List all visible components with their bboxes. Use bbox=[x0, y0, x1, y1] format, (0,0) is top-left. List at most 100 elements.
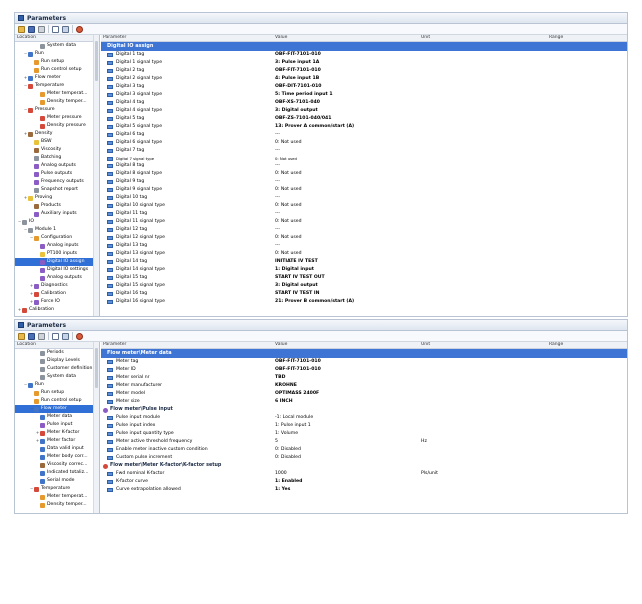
tree-item[interactable]: Run control setup bbox=[15, 66, 99, 74]
column-range[interactable]: Range bbox=[549, 35, 627, 41]
parameter-row[interactable]: Digital 11 tag --- bbox=[101, 210, 627, 218]
parameter-value[interactable]: --- bbox=[275, 210, 421, 218]
tree-item[interactable]: Meter body corr... bbox=[15, 453, 99, 461]
tree-item[interactable]: + Diagnostics bbox=[15, 282, 99, 290]
parameter-value[interactable]: --- bbox=[275, 178, 421, 186]
parameter-row[interactable]: Meter ID OBF-FIT-7101-010 bbox=[101, 366, 627, 374]
parameter-value[interactable]: --- bbox=[275, 131, 421, 139]
parameter-value[interactable]: --- bbox=[275, 162, 421, 170]
parameter-row[interactable]: Digital 16 signal type 21: Prover B commo… bbox=[101, 298, 627, 306]
parameter-row[interactable]: Meter active threshold frequency 5 Hz bbox=[101, 438, 627, 446]
parameter-row[interactable]: Digital 7 signal type 0: Not used bbox=[101, 155, 627, 162]
parameter-value[interactable]: --- bbox=[275, 194, 421, 202]
parameter-row[interactable]: Digital 14 signal type 1: Digital input bbox=[101, 266, 627, 274]
parameter-value[interactable]: 0: Not used bbox=[275, 186, 421, 194]
tree-item[interactable]: PT100 inputs bbox=[15, 250, 99, 258]
parameter-row[interactable]: Digital 5 tag OBF-ZS-7101-040/041 bbox=[101, 115, 627, 123]
tree-item[interactable]: Run setup bbox=[15, 389, 99, 397]
tree-item[interactable]: Snapshot report bbox=[15, 186, 99, 194]
tree-item[interactable]: Density temper... bbox=[15, 501, 99, 509]
parameter-value[interactable]: INITIATE IV TEST bbox=[275, 258, 421, 266]
parameter-row[interactable]: Digital 1 signal type 3: Pulse input 1A bbox=[101, 59, 627, 67]
parameter-row[interactable]: Digital 4 tag OBF-XS-7101-040 bbox=[101, 99, 627, 107]
parameter-row[interactable]: Digital 15 signal type 3: Digital output bbox=[101, 282, 627, 290]
grid-view-icon[interactable] bbox=[62, 25, 69, 33]
parameter-value[interactable]: 1: Enabled bbox=[275, 478, 421, 486]
parameter-value[interactable]: OBF-FIT-7101-010 bbox=[275, 51, 421, 59]
tree-item[interactable]: System data bbox=[15, 42, 99, 50]
parameter-row[interactable]: Meter serial nr TBD bbox=[101, 374, 627, 382]
tree-item[interactable]: Auxiliary inputs bbox=[15, 210, 99, 218]
tree-item[interactable]: Pulse outputs bbox=[15, 170, 99, 178]
parameter-row[interactable]: Pulse input index 1: Pulse input 1 bbox=[101, 422, 627, 430]
scrollbar-thumb[interactable] bbox=[95, 41, 98, 81]
parameter-value[interactable]: 0: Not used bbox=[275, 234, 421, 242]
tree-item[interactable]: − Pressure bbox=[15, 106, 99, 114]
parameter-value[interactable]: --- bbox=[275, 226, 421, 234]
tree-item[interactable]: − Configuration bbox=[15, 234, 99, 242]
parameter-row[interactable]: Digital 2 tag OBF-FIT-7101-010 bbox=[101, 67, 627, 75]
tree-item[interactable]: + Calibration bbox=[15, 306, 99, 314]
tree-item[interactable]: − Temperature bbox=[15, 82, 99, 90]
parameter-row[interactable]: Digital 1 tag OBF-FIT-7101-010 bbox=[101, 51, 627, 59]
parameter-row[interactable]: Digital 7 tag --- bbox=[101, 147, 627, 155]
parameter-row[interactable]: Digital 10 signal type 0: Not used bbox=[101, 202, 627, 210]
parameter-value[interactable]: 0: Not used bbox=[275, 202, 421, 210]
parameter-value[interactable]: 3: Digital output bbox=[275, 107, 421, 115]
parameter-row[interactable]: Meter size 6 INCH bbox=[101, 398, 627, 406]
parameter-value[interactable]: 0: Disabled bbox=[275, 454, 421, 462]
tree-item[interactable]: − IO bbox=[15, 218, 99, 226]
tree-item[interactable]: Meter temperat... bbox=[15, 493, 99, 501]
parameter-row[interactable]: Digital 13 tag --- bbox=[101, 242, 627, 250]
parameter-row[interactable]: Digital 11 signal type 0: Not used bbox=[101, 218, 627, 226]
tree-item[interactable]: Meter pressure bbox=[15, 114, 99, 122]
parameter-row[interactable]: Digital 3 tag OBF-DIT-7101-010 bbox=[101, 83, 627, 91]
parameter-value[interactable]: 1: Digital input bbox=[275, 266, 421, 274]
parameter-value[interactable]: -1: Local module bbox=[275, 414, 421, 422]
tree-item[interactable]: BSW bbox=[15, 138, 99, 146]
parameter-value[interactable]: 21: Prover B common/start (A) bbox=[275, 298, 421, 306]
tree-item[interactable]: Digital IO settings bbox=[15, 266, 99, 274]
parameter-value[interactable]: 4: Pulse input 1B bbox=[275, 75, 421, 83]
parameter-value[interactable]: OPTIMASS 2400F bbox=[275, 390, 421, 398]
parameter-row[interactable]: K-factor curve 1: Enabled bbox=[101, 478, 627, 486]
tree-item[interactable]: Meter temperat... bbox=[15, 90, 99, 98]
parameter-row[interactable]: Digital 13 signal type 0: Not used bbox=[101, 250, 627, 258]
tree-item[interactable]: Analog outputs bbox=[15, 274, 99, 282]
tree-item[interactable]: Viscosity correc... bbox=[15, 461, 99, 469]
parameter-value[interactable]: 0: Disabled bbox=[275, 446, 421, 454]
tree-view-icon[interactable] bbox=[52, 332, 59, 340]
tree-item[interactable]: Indicated totaliz... bbox=[15, 469, 99, 477]
tree-item[interactable]: Density temper... bbox=[15, 98, 99, 106]
parameter-row[interactable]: Digital 9 signal type 0: Not used bbox=[101, 186, 627, 194]
parameter-value[interactable]: 0: Not used bbox=[275, 139, 421, 147]
tree-item[interactable]: − Flow meter bbox=[15, 405, 99, 413]
parameter-row[interactable]: Digital 16 tag START IV TEST IN bbox=[101, 290, 627, 298]
parameter-value[interactable]: 3: Digital output bbox=[275, 282, 421, 290]
parameter-value[interactable]: OBF-FIT-7101-010 bbox=[275, 366, 421, 374]
parameter-row[interactable]: Enable meter inactive custom condition 0:… bbox=[101, 446, 627, 454]
tree-item[interactable]: + Meter K-factor bbox=[15, 429, 99, 437]
tree-item[interactable]: + Meter factor bbox=[15, 437, 99, 445]
parameter-value[interactable]: OBF-FIT-7101-010 bbox=[275, 67, 421, 75]
tree-item[interactable]: Frequency outputs bbox=[15, 178, 99, 186]
tree-item[interactable]: + Flow meter bbox=[15, 74, 99, 82]
tree-item[interactable]: Digital IO assign bbox=[15, 258, 99, 266]
tree-item[interactable]: Run setup bbox=[15, 58, 99, 66]
print-icon[interactable] bbox=[38, 25, 45, 33]
column-unit[interactable]: Unit bbox=[421, 342, 549, 348]
tools-icon[interactable] bbox=[76, 25, 83, 33]
parameter-row[interactable]: Digital 8 tag --- bbox=[101, 162, 627, 170]
tree-item[interactable]: Analog inputs bbox=[15, 242, 99, 250]
tree-item[interactable]: Batching bbox=[15, 154, 99, 162]
parameter-row[interactable]: Fwd nominal K-factor 1000 Pls/unit bbox=[101, 470, 627, 478]
tree-item[interactable]: Meter data bbox=[15, 413, 99, 421]
column-unit[interactable]: Unit bbox=[421, 35, 549, 41]
parameter-value[interactable]: START IV TEST IN bbox=[275, 290, 421, 298]
tree-item[interactable]: Density pressure bbox=[15, 122, 99, 130]
parameter-value[interactable]: --- bbox=[275, 242, 421, 250]
tree-item[interactable]: − Temperature bbox=[15, 485, 99, 493]
scrollbar-thumb[interactable] bbox=[95, 348, 98, 388]
parameter-row[interactable]: Meter tag OBF-FIT-7101-010 bbox=[101, 358, 627, 366]
tree-item[interactable]: Data valid input bbox=[15, 445, 99, 453]
